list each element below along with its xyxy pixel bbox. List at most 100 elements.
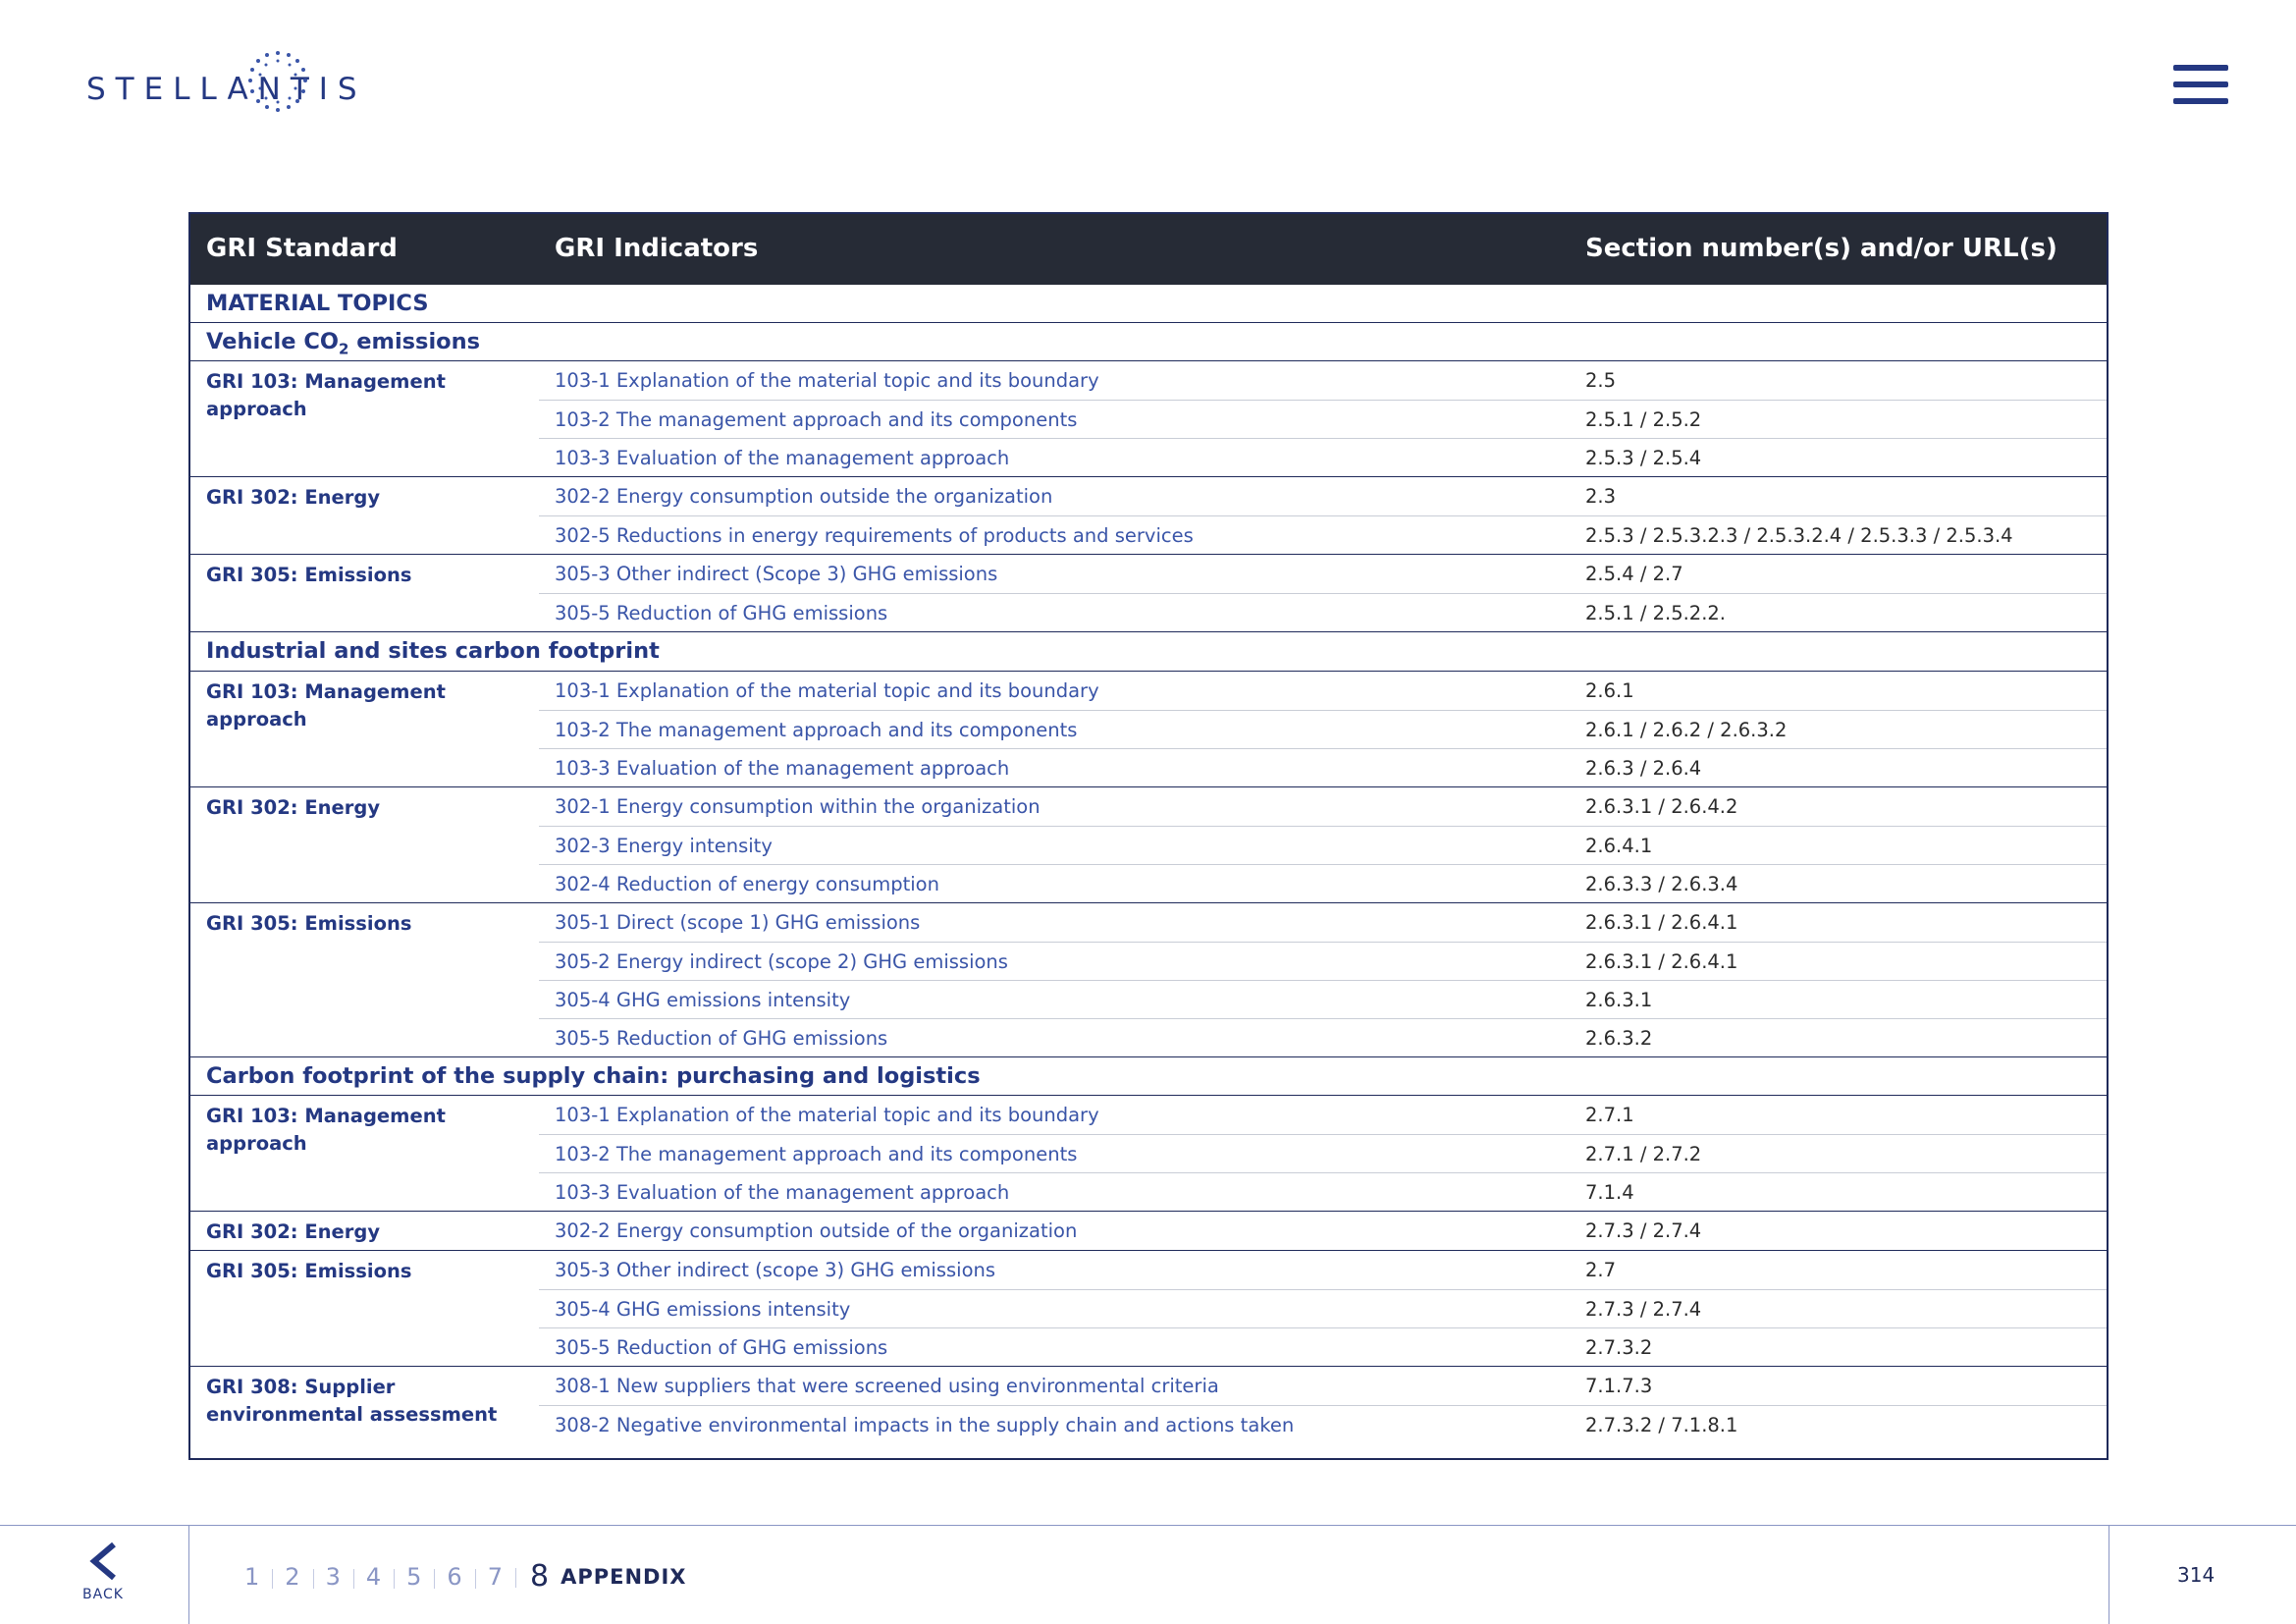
table-row: 302-2 Energy consumption outside of the … (190, 1212, 2107, 1250)
table-row: 302-5 Reductions in energy requirements … (539, 515, 2107, 554)
section-reference: 2.3 (1585, 485, 1617, 509)
footer-separator-left (188, 1525, 189, 1624)
topic-title: Industrial and sites carbon footprint (206, 638, 660, 664)
gri-indicator-link[interactable]: 103-3 Evaluation of the management appro… (555, 447, 1009, 469)
chapter-link-2[interactable]: 2 (272, 1563, 312, 1591)
table-row: 103-3 Evaluation of the management appro… (539, 747, 2107, 786)
table-row: 302-4 Reduction of energy consumption 2.6… (539, 863, 2107, 902)
topic-title-text: Industrial and sites carbon footprint (206, 638, 660, 665)
gri-indicator-link[interactable]: 305-3 Other indirect (Scope 3) GHG emiss… (555, 563, 997, 585)
standard-group: GRI 305: Emissions 305-3 Other indirect (… (190, 555, 2107, 633)
footer-divider (0, 1525, 2296, 1526)
section-reference: 2.5.1 / 2.5.2.2. (1585, 602, 1727, 625)
section-reference: 2.6.3.3 / 2.6.3.4 (1585, 872, 1738, 895)
chapter-link-7[interactable]: 7 (474, 1563, 515, 1591)
table-row: 305-4 GHG emissions intensity 2.6.3.1 (539, 979, 2107, 1018)
topic-row: Industrial and sites carbon footprint (190, 632, 2107, 672)
chapter-link-1[interactable]: 1 (232, 1563, 272, 1591)
section-reference: 2.6.3.1 (1585, 988, 1653, 1011)
gri-indicator-link[interactable]: 302-4 Reduction of energy consumption (555, 873, 939, 895)
gri-content-table: GRI Standard GRI Indicators Section numb… (188, 212, 2109, 1460)
section-reference: 2.6.1 / 2.6.2 / 2.6.3.2 (1585, 718, 1788, 741)
chapter-navigation: 1 2 3 4 5 6 7 8 APPENDIX (232, 1559, 686, 1594)
standard-group: GRI 302: Energy 302-1 Energy consumption … (190, 787, 2107, 903)
section-reference: 2.7.1 / 2.7.2 (1585, 1142, 1702, 1165)
chapter-link-6[interactable]: 6 (434, 1563, 474, 1591)
gri-indicator-link[interactable]: 103-1 Explanation of the material topic … (555, 369, 1099, 392)
gri-indicator-link[interactable]: 305-5 Reduction of GHG emissions (555, 1027, 887, 1050)
section-reference: 2.6.4.1 (1585, 834, 1653, 857)
gri-indicator-link[interactable]: 305-5 Reduction of GHG emissions (555, 602, 887, 624)
table-row: 308-1 New suppliers that were screened u… (190, 1367, 2107, 1405)
section-reference: 2.5 (1585, 369, 1617, 393)
section-reference: 2.6.3 / 2.6.4 (1585, 756, 1702, 780)
chapter-label-appendix[interactable]: APPENDIX (561, 1565, 686, 1589)
back-button[interactable]: BACK (69, 1542, 137, 1610)
gri-indicator-link[interactable]: 302-5 Reductions in energy requirements … (555, 524, 1194, 547)
topic-title-suffix: emissions (348, 329, 481, 355)
gri-indicator-link[interactable]: 305-1 Direct (scope 1) GHG emissions (555, 911, 920, 934)
table-row: 302-2 Energy consumption outside the org… (190, 477, 2107, 515)
standard-group: GRI 103: Management approach 103-1 Explan… (190, 361, 2107, 478)
gri-indicator-link[interactable]: 103-3 Evaluation of the management appro… (555, 1181, 1009, 1204)
table-row: 103-2 The management approach and its co… (539, 1133, 2107, 1172)
gri-indicator-link[interactable]: 305-4 GHG emissions intensity (555, 1298, 850, 1321)
chapter-link-8-active[interactable]: 8 (514, 1559, 561, 1594)
chevron-left-icon (89, 1542, 116, 1581)
material-topics-label: MATERIAL TOPICS (206, 291, 429, 316)
gri-indicator-link[interactable]: 103-1 Explanation of the material topic … (555, 1104, 1099, 1126)
section-reference: 2.5.3 / 2.5.3.2.3 / 2.5.3.2.4 / 2.5.3.3 … (1585, 524, 2013, 548)
hamburger-menu-icon[interactable] (2173, 65, 2228, 112)
gri-indicator-link[interactable]: 302-2 Energy consumption outside of the … (555, 1219, 1077, 1242)
gri-indicator-link[interactable]: 305-5 Reduction of GHG emissions (555, 1336, 887, 1359)
table-row: 103-1 Explanation of the material topic … (190, 1096, 2107, 1134)
table-row: 302-3 Energy intensity 2.6.4.1 (539, 825, 2107, 864)
section-reference: 2.6.3.1 / 2.6.4.1 (1585, 910, 1738, 934)
gri-indicator-link[interactable]: 103-3 Evaluation of the management appro… (555, 757, 1009, 780)
standard-group: GRI 302: Energy 302-2 Energy consumption … (190, 477, 2107, 556)
gri-indicator-link[interactable]: 305-3 Other indirect (scope 3) GHG emiss… (555, 1259, 995, 1281)
standard-group: GRI 103: Management approach 103-1 Explan… (190, 672, 2107, 787)
section-reference: 2.7.3.2 (1585, 1335, 1653, 1359)
stellantis-logo[interactable]: STELLANTIS (86, 51, 367, 124)
topic-row: Carbon footprint of the supply chain: pu… (190, 1057, 2107, 1096)
table-body: MATERIAL TOPICS Vehicle CO2 emissions GRI… (190, 285, 2107, 1460)
table-row: 305-5 Reduction of GHG emissions 2.7.3.2 (539, 1326, 2107, 1366)
gri-indicator-link[interactable]: 305-4 GHG emissions intensity (555, 989, 850, 1011)
chapter-link-3[interactable]: 3 (312, 1563, 353, 1591)
gri-indicator-link[interactable]: 302-3 Energy intensity (555, 835, 773, 857)
section-reference: 7.1.7.3 (1585, 1374, 1653, 1397)
gri-indicator-link[interactable]: 103-2 The management approach and its co… (555, 719, 1077, 741)
gri-indicator-link[interactable]: 305-2 Energy indirect (scope 2) GHG emis… (555, 950, 1008, 973)
table-row: 308-2 Negative environmental impacts in … (539, 1404, 2107, 1460)
table-row: 305-1 Direct (scope 1) GHG emissions 2.6.… (190, 903, 2107, 942)
standard-group: GRI 305: Emissions 305-1 Direct (scope 1)… (190, 903, 2107, 1057)
topic-title: Vehicle CO2 emissions (206, 329, 480, 358)
topic-title-text: Carbon footprint of the supply chain: pu… (206, 1062, 981, 1089)
gri-indicator-link[interactable]: 103-1 Explanation of the material topic … (555, 679, 1099, 702)
section-reference: 2.6.3.1 / 2.6.4.2 (1585, 794, 1738, 818)
gri-indicator-link[interactable]: 302-1 Energy consumption within the orga… (555, 795, 1041, 818)
table-row: 103-2 The management approach and its co… (539, 709, 2107, 748)
topic-title: Carbon footprint of the supply chain: pu… (206, 1063, 981, 1089)
topic-row: Vehicle CO2 emissions (190, 323, 2107, 362)
table-row: 103-1 Explanation of the material topic … (190, 361, 2107, 400)
table-row: 103-2 The management approach and its co… (539, 400, 2107, 438)
section-reference: 2.6.1 (1585, 678, 1634, 702)
logo-dots-icon (248, 51, 307, 112)
table-row: 305-3 Other indirect (Scope 3) GHG emiss… (190, 555, 2107, 593)
chapter-link-4[interactable]: 4 (352, 1563, 394, 1591)
table-row: 305-3 Other indirect (scope 3) GHG emiss… (190, 1251, 2107, 1289)
gri-indicator-link[interactable]: 308-2 Negative environmental impacts in … (555, 1414, 1294, 1436)
section-reference: 2.7.3.2 / 7.1.8.1 (1585, 1413, 1738, 1436)
table-header: GRI Standard GRI Indicators Section numb… (190, 214, 2107, 285)
gri-indicator-link[interactable]: 103-2 The management approach and its co… (555, 408, 1077, 431)
gri-indicator-link[interactable]: 308-1 New suppliers that were screened u… (555, 1375, 1219, 1397)
chapter-link-5[interactable]: 5 (394, 1563, 434, 1591)
topic-title-subscript: 2 (338, 340, 349, 358)
table-row: 305-2 Energy indirect (scope 2) GHG emis… (539, 941, 2107, 980)
logo-text: STELLANTIS (86, 72, 367, 107)
gri-indicator-link[interactable]: 302-2 Energy consumption outside the org… (555, 485, 1052, 508)
standard-group: GRI 308: Supplier environmental assessme… (190, 1367, 2107, 1460)
gri-indicator-link[interactable]: 103-2 The management approach and its co… (555, 1143, 1077, 1165)
